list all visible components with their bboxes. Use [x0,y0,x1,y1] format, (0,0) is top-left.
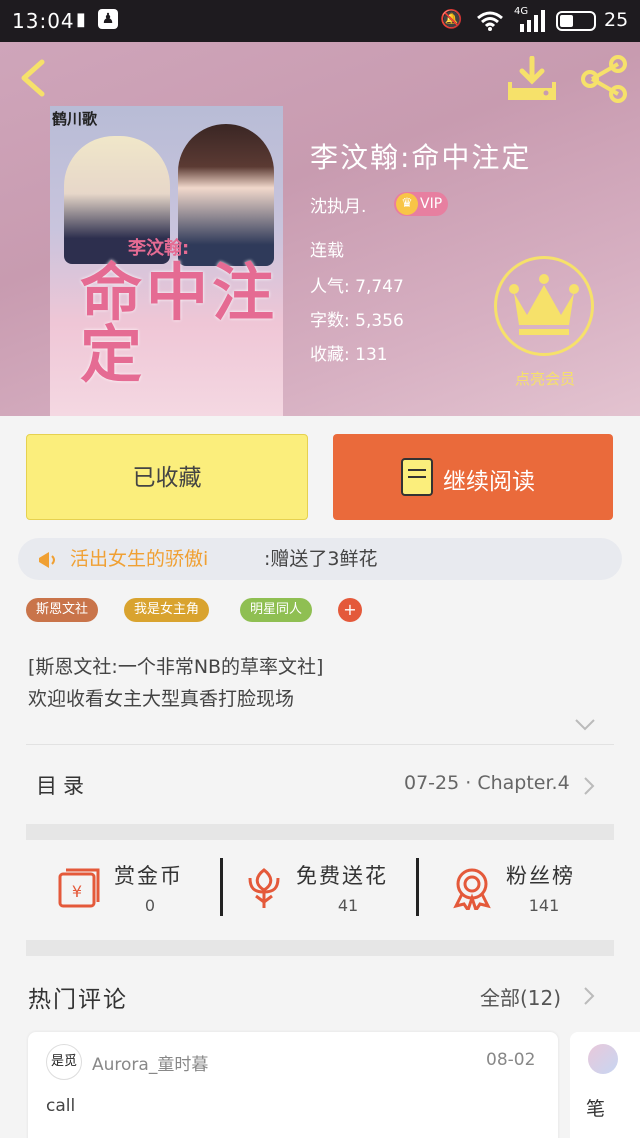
description-line-2: 欢迎收看女主大型真香打脸现场 [28,688,295,710]
section-band [26,824,614,840]
battery-icon [556,11,596,31]
chevron-right-icon[interactable] [583,776,595,796]
status-bar: 13:04 ▮ ♟ 🔕 4G 25 [0,0,640,42]
vip-badge: ♛ VIP [394,192,449,216]
status-time: 13:04 [12,9,75,33]
download-button[interactable] [506,56,558,102]
description-line-1: [斯恩文社:一个非常NB的草率文社] [28,656,324,678]
tag-1[interactable]: 斯恩文社 [26,598,99,622]
crown-icon [509,274,579,335]
add-tag-button[interactable]: + [338,598,362,622]
book-word-count: 字数: 5,356 [310,311,404,331]
chevron-down-icon[interactable] [574,718,596,732]
svg-text:¥: ¥ [72,882,82,901]
avatar[interactable]: 是觅 [46,1044,82,1080]
continue-reading-button[interactable]: 继续阅读 [333,434,613,520]
stat-flower-label[interactable]: 免费送花 [296,860,388,890]
favorited-button[interactable]: 已收藏 [26,434,308,520]
vip-badge-label: VIP [420,196,443,212]
mute-icon: 🔕 [440,9,463,30]
book-cover[interactable]: 鹤川歌 李汶翰: 命中注定 [50,106,283,416]
chevron-right-icon[interactable] [583,986,595,1006]
qq-icon: ♟ [98,9,118,29]
continue-reading-label: 继续阅读 [443,469,535,495]
stat-reward-label[interactable]: 赏金币 [114,860,183,890]
toc-label[interactable]: 目录 [36,770,90,800]
horn-icon [39,552,55,568]
book-title: 李汶翰:命中注定 [310,141,532,174]
stat-flower-value: 41 [337,896,359,915]
book-status: 连载 [310,241,344,261]
all-comments-link[interactable]: 全部(12) [480,982,561,1011]
alert-icon: ▮ [76,9,86,30]
cover-mark: 鹤川歌 [52,110,98,128]
book-header: 鹤川歌 李汶翰: 命中注定 李汶翰:命中注定 沈执月. ♛ VIP 连载 人气:… [0,42,640,416]
gift-sender: 活出女生的骄傲i [70,548,209,570]
back-button[interactable] [14,56,54,100]
book-icon [401,458,433,496]
crown-icon: ♛ [396,193,418,215]
stat-fans-label[interactable]: 粉丝榜 [506,860,575,890]
toc-latest-chapter[interactable]: 07-25 · Chapter.4 [404,772,570,794]
stat-fans-value: 141 [528,896,560,915]
author-name[interactable]: 沈执月. [310,192,366,217]
tag-2[interactable]: 我是女主角 [124,598,210,622]
gift-text: :赠送了3鲜花 [264,548,378,570]
comment-date: 08-02 [486,1050,536,1070]
divider [220,858,223,916]
section-band [26,940,614,956]
cover-title: 命中注定 [80,256,279,391]
comment-card[interactable]: 是觅 Aurora_童时暮 08-02 call [28,1032,558,1138]
book-favorites: 收藏: 131 [310,345,388,365]
tag-3[interactable]: 明星同人 [240,598,313,622]
vip-member-label[interactable]: 点亮会员 [502,368,588,389]
vip-member-button[interactable] [494,256,594,356]
divider [26,744,614,745]
gift-notice[interactable]: 活出女生的骄傲i :赠送了3鲜花 [18,538,622,580]
cover-person-right [178,124,274,266]
coin-envelope-icon[interactable]: ¥ [58,866,102,910]
flower-icon[interactable] [242,866,286,910]
share-button[interactable] [578,54,630,104]
comment-text: call [46,1096,76,1116]
battery-level: 25 [604,9,629,31]
wifi-icon [477,11,503,31]
stat-reward-value: 0 [144,896,156,915]
book-popularity: 人气: 7,747 [310,277,404,297]
hot-comments-title: 热门评论 [28,987,128,1013]
divider [416,858,419,916]
signal-icon [520,10,545,32]
avatar[interactable] [588,1044,618,1074]
comment-text: 笔 [586,1098,606,1120]
comment-username[interactable]: Aurora_童时暮 [92,1050,208,1075]
comment-card[interactable]: 笔 [570,1032,640,1138]
medal-icon[interactable] [450,866,494,910]
